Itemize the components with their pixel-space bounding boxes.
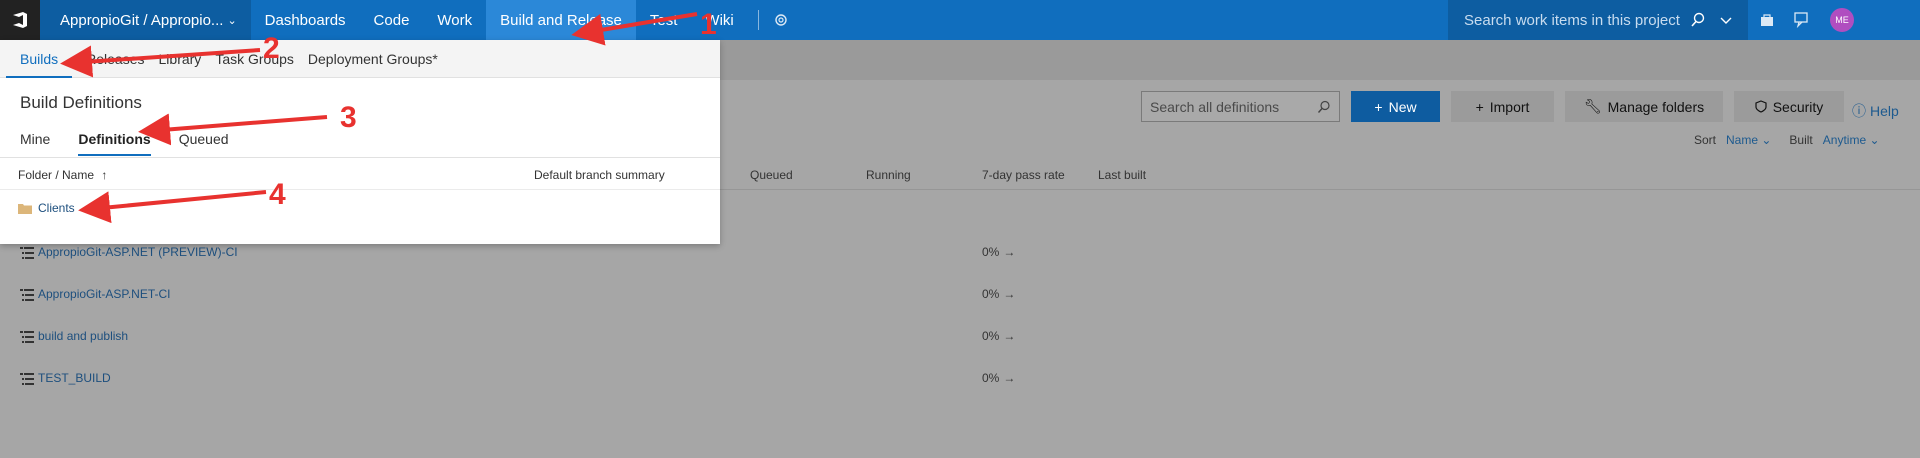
subnav-task-groups[interactable]: Task Groups (201, 40, 294, 78)
hub-navigation: Dashboards Code Work Build and Release T… (251, 0, 748, 40)
subnav-builds[interactable]: Builds (0, 40, 73, 78)
sort-controls: Sort Name ⌄ Built Anytime ⌄ (1694, 133, 1880, 147)
arrow-right-icon: → (1003, 245, 1016, 259)
import-button[interactable]: + Import (1451, 91, 1554, 122)
subnav-library[interactable]: Library (145, 40, 202, 78)
pass-rate-value: 0% (982, 371, 1000, 385)
nav-divider (757, 10, 759, 30)
nav-wiki[interactable]: Wiki (691, 0, 747, 40)
pass-rate-value: 0% (982, 245, 1000, 259)
chevron-down-icon: ⌄ (227, 14, 237, 27)
project-selector[interactable]: AppropioGit / Appropio... ⌄ (40, 0, 251, 40)
project-name: AppropioGit / Appropio... (60, 11, 224, 29)
build-definition-link[interactable]: build and publish (38, 329, 128, 343)
table-row[interactable]: AppropioGit-ASP.NET (PREVIEW)-CI 0% → (0, 243, 1100, 263)
definitions-tabs: Mine Definitions Queued (20, 131, 229, 156)
build-definition-link[interactable]: TEST_BUILD (38, 371, 111, 385)
security-button[interactable]: Security (1734, 91, 1844, 122)
arrow-right-icon: → (1003, 287, 1016, 301)
built-label: Built (1789, 133, 1813, 147)
sort-label: Sort (1694, 133, 1717, 147)
plus-icon: + (1475, 98, 1484, 115)
help-label: Help (1870, 103, 1899, 119)
tabs-divider (0, 157, 720, 158)
header-divider (0, 189, 720, 190)
nav-dashboards[interactable]: Dashboards (251, 0, 360, 40)
nav-build-and-release[interactable]: Build and Release (486, 0, 636, 40)
pass-rate: 0% → (982, 329, 1015, 343)
column-header-folder-name[interactable]: Folder / Name ↑ (18, 168, 107, 182)
feedback-icon[interactable] (1794, 12, 1810, 28)
import-button-label: Import (1489, 98, 1530, 115)
pass-rate-value: 0% (982, 329, 1000, 343)
manage-folders-button[interactable]: 🔧︎ Manage folders (1565, 91, 1723, 122)
column-header-running[interactable]: Running (866, 168, 911, 182)
new-button-label: New (1388, 98, 1417, 115)
build-definition-link[interactable]: AppropioGit-ASP.NET-CI (38, 287, 171, 301)
pass-rate: 0% → (982, 287, 1015, 301)
page-title: Build Definitions (20, 93, 142, 112)
column-header-queued[interactable]: Queued (750, 168, 793, 182)
column-header-last-built[interactable]: Last built (1098, 168, 1146, 182)
help-link[interactable]: ⓘ Help (1852, 101, 1899, 121)
nav-code[interactable]: Code (360, 0, 424, 40)
folder-name-label: Folder / Name (18, 168, 95, 182)
folder-icon (18, 203, 32, 214)
chevron-down-icon[interactable] (1720, 14, 1732, 26)
build-definition-icon (20, 247, 34, 262)
user-avatar[interactable]: ME (1830, 8, 1854, 32)
pass-rate: 0% → (982, 245, 1015, 259)
nav-test[interactable]: Test (636, 0, 692, 40)
built-dropdown[interactable]: Anytime ⌄ (1823, 133, 1880, 147)
build-release-subnav: Builds Releases Library Task Groups Depl… (0, 40, 720, 78)
shield-icon (1755, 100, 1767, 113)
search-definitions-input[interactable]: Search all definitions (1141, 91, 1340, 122)
sort-value: Name (1726, 133, 1759, 147)
nav-work[interactable]: Work (423, 0, 486, 40)
folder-row[interactable]: Clients (18, 201, 75, 215)
folder-clients-link[interactable]: Clients (38, 201, 75, 215)
build-definition-icon (20, 289, 34, 304)
pass-rate-value: 0% (982, 287, 1000, 301)
column-header-pass-rate[interactable]: 7-day pass rate (982, 168, 1065, 182)
help-circle-icon: ⓘ (1852, 103, 1866, 119)
highlight-panel: Builds Releases Library Task Groups Depl… (0, 40, 720, 244)
table-row[interactable]: build and publish 0% → (0, 327, 1100, 347)
new-definition-button[interactable]: + New (1351, 91, 1440, 122)
build-definition-icon (20, 331, 34, 346)
tab-queued[interactable]: Queued (179, 131, 229, 155)
marketplace-bag-icon[interactable] (1760, 13, 1774, 27)
plus-icon: + (1374, 98, 1383, 115)
tab-mine[interactable]: Mine (20, 131, 50, 155)
pass-rate: 0% → (982, 371, 1015, 385)
column-header-default-branch[interactable]: Default branch summary (534, 168, 665, 182)
sort-arrow-up-icon: ↑ (101, 168, 108, 182)
search-icon (1317, 100, 1330, 113)
search-definitions-placeholder: Search all definitions (1150, 98, 1280, 115)
subnav-releases[interactable]: Releases (72, 40, 144, 78)
subnav-deployment-groups[interactable]: Deployment Groups* (294, 40, 438, 78)
work-item-search[interactable]: Search work items in this project (1448, 0, 1748, 40)
sort-dropdown[interactable]: Name ⌄ (1726, 133, 1771, 147)
arrow-right-icon: → (1003, 371, 1016, 385)
tab-definitions[interactable]: Definitions (78, 131, 152, 156)
gear-icon[interactable] (773, 12, 789, 28)
vsts-logo-icon[interactable] (0, 0, 40, 40)
wrench-icon: 🔧︎ (1583, 98, 1602, 114)
header-divider (588, 189, 1920, 190)
manage-folders-label: Manage folders (1607, 98, 1705, 115)
search-icon[interactable] (1690, 12, 1706, 28)
top-right-actions: ME (1760, 0, 1854, 40)
build-definition-icon (20, 373, 34, 388)
built-value: Anytime (1822, 133, 1867, 147)
table-row[interactable]: AppropioGit-ASP.NET-CI 0% → (0, 285, 1100, 305)
build-definition-link[interactable]: AppropioGit-ASP.NET (PREVIEW)-CI (38, 245, 238, 259)
work-item-search-input[interactable]: Search work items in this project (1464, 12, 1680, 29)
table-row[interactable]: TEST_BUILD 0% → (0, 369, 1100, 389)
security-button-label: Security (1772, 98, 1824, 115)
arrow-right-icon: → (1003, 329, 1016, 343)
